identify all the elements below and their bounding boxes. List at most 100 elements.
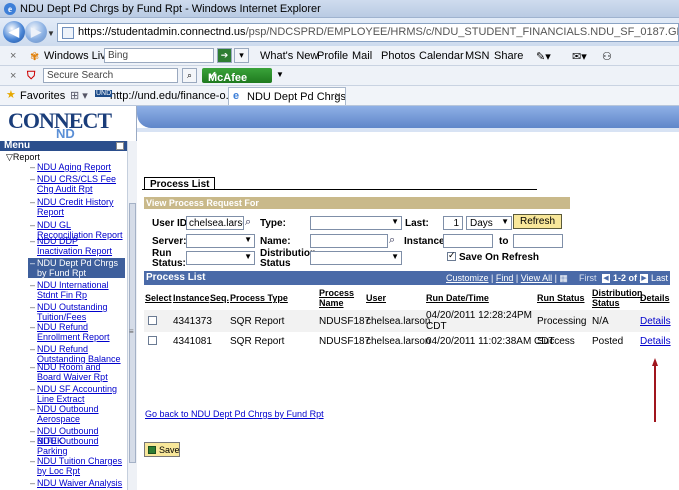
last-input[interactable]: 1 bbox=[443, 216, 463, 230]
first-label[interactable]: First bbox=[579, 273, 597, 283]
save-button[interactable]: Save bbox=[144, 442, 180, 457]
user-id-input[interactable]: chelsea.larson bbox=[186, 216, 244, 230]
close-toolbar-icon[interactable]: × bbox=[10, 70, 16, 82]
link-whats-new[interactable]: What's New bbox=[260, 50, 318, 62]
secure-search-input[interactable]: Secure Search bbox=[43, 68, 178, 83]
link-photos[interactable]: Photos bbox=[381, 50, 415, 62]
forward-button[interactable]: ▶ bbox=[25, 21, 47, 43]
menu-item[interactable]: – NDU Dept Pd Chrgs by Fund Rpt bbox=[28, 258, 125, 278]
menu-item[interactable]: – NDU Waiver Analysis bbox=[30, 478, 125, 488]
last-link[interactable]: Last bbox=[651, 273, 668, 283]
menu-item[interactable]: – NDU DDP Inactivation Report bbox=[30, 236, 125, 256]
process-list-columns: Select Instance Seq. Process Type Proces… bbox=[144, 286, 670, 310]
menu-item[interactable]: – NDU Refund Outstanding Balance bbox=[30, 344, 125, 364]
menu-item-label: NDU International Stdnt Fin Rp bbox=[37, 280, 109, 300]
mcafee-button[interactable]: McAfee ✓ bbox=[202, 68, 272, 84]
view-all-link[interactable]: View All bbox=[521, 273, 552, 283]
prev-page-icon[interactable]: ◀ bbox=[602, 274, 610, 283]
chevron-down-icon: ▼ bbox=[391, 217, 399, 226]
save-on-refresh-checkbox[interactable] bbox=[447, 250, 456, 261]
col-seq[interactable]: Seq. bbox=[210, 293, 229, 303]
close-toolbar-icon[interactable]: × bbox=[10, 50, 16, 62]
days-select[interactable]: Days ▼ bbox=[466, 216, 512, 230]
menu-item[interactable]: – NDU CRS/CLS Fee Chg Audit Rpt bbox=[30, 174, 125, 194]
row-select-checkbox[interactable] bbox=[148, 316, 157, 325]
link-profile[interactable]: Profile bbox=[317, 50, 348, 62]
tab-finance[interactable]: UND http://und.edu/finance-o... bbox=[92, 87, 228, 105]
cell-distribution-status: N/A bbox=[592, 316, 609, 327]
find-link[interactable]: Find bbox=[496, 273, 514, 283]
link-mail[interactable]: Mail bbox=[352, 50, 372, 62]
menu-item[interactable]: – NDU Room and Board Waiver Rpt bbox=[30, 362, 125, 382]
name-input[interactable] bbox=[310, 234, 388, 248]
instance-to-input[interactable] bbox=[513, 234, 563, 248]
go-back-link[interactable]: Go back to NDU Dept Pd Chrgs by Fund Rpt bbox=[145, 409, 324, 419]
menu-item[interactable]: – NDU Aging Report bbox=[30, 162, 125, 172]
col-user[interactable]: User bbox=[366, 293, 386, 303]
next-page-icon[interactable]: ▶ bbox=[640, 274, 648, 283]
bullet-dash-icon: – bbox=[30, 456, 36, 466]
favorites-label[interactable]: Favorites bbox=[20, 90, 65, 102]
menu-item[interactable]: – NDU Outbound Aerospace bbox=[30, 404, 125, 424]
people-icon[interactable]: ⚇ bbox=[602, 50, 612, 63]
grid-icon[interactable]: ⊞ ▾ bbox=[70, 89, 88, 102]
link-msn[interactable]: MSN bbox=[465, 50, 489, 62]
window-titlebar: e NDU Dept Pd Chrgs by Fund Rpt - Window… bbox=[0, 0, 679, 18]
customize-link[interactable]: Customize bbox=[446, 273, 489, 283]
distribution-status-select[interactable]: ▼ bbox=[310, 251, 402, 265]
details-link[interactable]: Details bbox=[640, 336, 671, 347]
col-details[interactable]: Details bbox=[640, 293, 670, 303]
bullet-dash-icon: – bbox=[30, 436, 36, 446]
menu-item[interactable]: – NDU Credit History Report bbox=[30, 197, 125, 217]
type-select[interactable]: ▼ bbox=[310, 216, 402, 230]
col-run-datetime[interactable]: Run Date/Time bbox=[426, 293, 489, 303]
cell-process-type: SQR Report bbox=[230, 336, 285, 347]
chevron-down-icon[interactable]: ▾ bbox=[234, 48, 249, 63]
link-calendar[interactable]: Calendar bbox=[419, 50, 464, 62]
menu-item[interactable]: – NDU International Stdnt Fin Rp bbox=[30, 280, 125, 300]
search-go-icon[interactable]: ➔ bbox=[217, 48, 232, 63]
refresh-button[interactable]: Refresh bbox=[512, 213, 563, 230]
address-input[interactable]: https://studentadmin.connectnd.us/psp/ND… bbox=[57, 23, 679, 42]
search-icon[interactable]: ⌕ bbox=[182, 68, 197, 83]
col-process-name[interactable]: Process Name bbox=[319, 288, 359, 308]
windows-live-label[interactable]: Windows Live bbox=[44, 50, 112, 62]
menu-item[interactable]: – NDU Refund Enrollment Report bbox=[30, 322, 125, 342]
url-path: /psp/NDCSPRD/EMPLOYEE/HRMS/c/NDU_STUDENT… bbox=[245, 26, 678, 38]
lookup-icon[interactable]: ⌕ bbox=[389, 234, 395, 247]
menu-scrollbar[interactable]: ≡ bbox=[127, 141, 137, 490]
row-select-checkbox[interactable] bbox=[148, 336, 157, 345]
chevron-down-icon[interactable]: ▼ bbox=[47, 29, 55, 38]
col-process-type[interactable]: Process Type bbox=[230, 293, 288, 303]
col-distribution-status[interactable]: Distribution Status bbox=[592, 288, 643, 308]
cell-instance: 4341373 bbox=[173, 316, 212, 327]
menu-item[interactable]: – NDU Tuition Charges by Loc Rpt bbox=[30, 456, 125, 476]
run-status-select[interactable]: ▼ bbox=[186, 251, 255, 265]
link-share[interactable]: Share bbox=[494, 50, 523, 62]
chevron-down-icon[interactable]: ▼ bbox=[276, 70, 284, 79]
mail-icon[interactable]: ✉▾ bbox=[572, 50, 587, 63]
col-select[interactable]: Select bbox=[145, 293, 172, 303]
col-instance[interactable]: Instance bbox=[173, 293, 210, 303]
details-link[interactable]: Details bbox=[640, 316, 671, 327]
collapse-menu-icon[interactable] bbox=[116, 142, 124, 150]
save-on-refresh-label: Save On Refresh bbox=[459, 252, 540, 263]
bullet-dash-icon: – bbox=[30, 302, 36, 312]
download-grid-icon[interactable]: ▦ bbox=[559, 273, 568, 283]
grid-controls: Customize | Find | View All | ▦ bbox=[446, 273, 568, 283]
tab-ndu-dept[interactable]: e NDU Dept Pd Chrgs by ... × bbox=[228, 87, 346, 105]
edit-icon[interactable]: ✎▾ bbox=[536, 50, 551, 63]
bullet-dash-icon: – bbox=[30, 174, 36, 184]
bing-search-input[interactable]: Bing bbox=[104, 48, 214, 63]
back-button[interactable]: ◀ bbox=[3, 21, 25, 43]
lookup-icon[interactable]: ⌕ bbox=[245, 216, 251, 229]
instance-from-input[interactable] bbox=[443, 234, 493, 248]
menu-item[interactable]: – NDU Outstanding Tuition/Fees bbox=[30, 302, 125, 322]
close-tab-icon[interactable]: × bbox=[335, 90, 341, 102]
tab-finance-label: http://und.edu/finance-o... bbox=[110, 90, 228, 102]
connectnd-logo: CONNECT ND bbox=[8, 108, 128, 141]
menu-item[interactable]: – NDU SF Accounting Line Extract bbox=[30, 384, 125, 404]
col-run-status[interactable]: Run Status bbox=[537, 293, 585, 303]
server-select[interactable]: ▼ bbox=[186, 234, 255, 248]
menu-item[interactable]: – NDU Outbound Parking bbox=[30, 436, 125, 456]
